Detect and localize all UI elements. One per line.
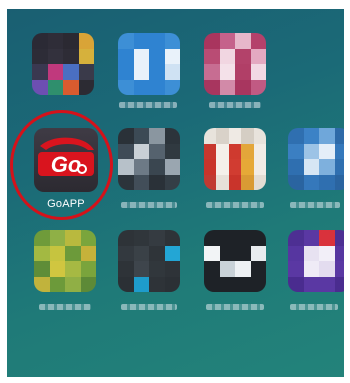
app-icon-5[interactable]	[204, 128, 266, 190]
app-label-blurred	[290, 202, 340, 208]
app-label-blurred	[206, 304, 264, 310]
app-label-blurred	[39, 304, 91, 310]
goapp-icon-text: Go	[51, 152, 82, 177]
app-icon-9[interactable]	[204, 230, 266, 292]
home-screen: Go GoAPP	[7, 9, 344, 377]
app-label-blurred	[290, 304, 338, 310]
app-label-blurred	[121, 304, 177, 310]
app-icon-6[interactable]	[288, 128, 344, 190]
goapp-label: GoAPP	[47, 198, 85, 210]
app-label-blurred	[119, 102, 177, 108]
app-icon-2[interactable]	[118, 33, 180, 95]
app-icon-7[interactable]	[34, 230, 96, 292]
app-icon-3[interactable]	[204, 33, 266, 95]
app-icon-1[interactable]	[32, 33, 94, 95]
goapp-icon[interactable]: Go	[34, 128, 98, 192]
app-label-blurred	[206, 202, 264, 208]
app-icon-10[interactable]	[288, 230, 344, 292]
app-icon-4[interactable]	[118, 128, 180, 190]
app-label-blurred	[121, 202, 177, 208]
app-label-blurred	[209, 102, 261, 108]
app-icon-8[interactable]	[118, 230, 180, 292]
goapp-logo-icon: Go	[38, 137, 94, 177]
